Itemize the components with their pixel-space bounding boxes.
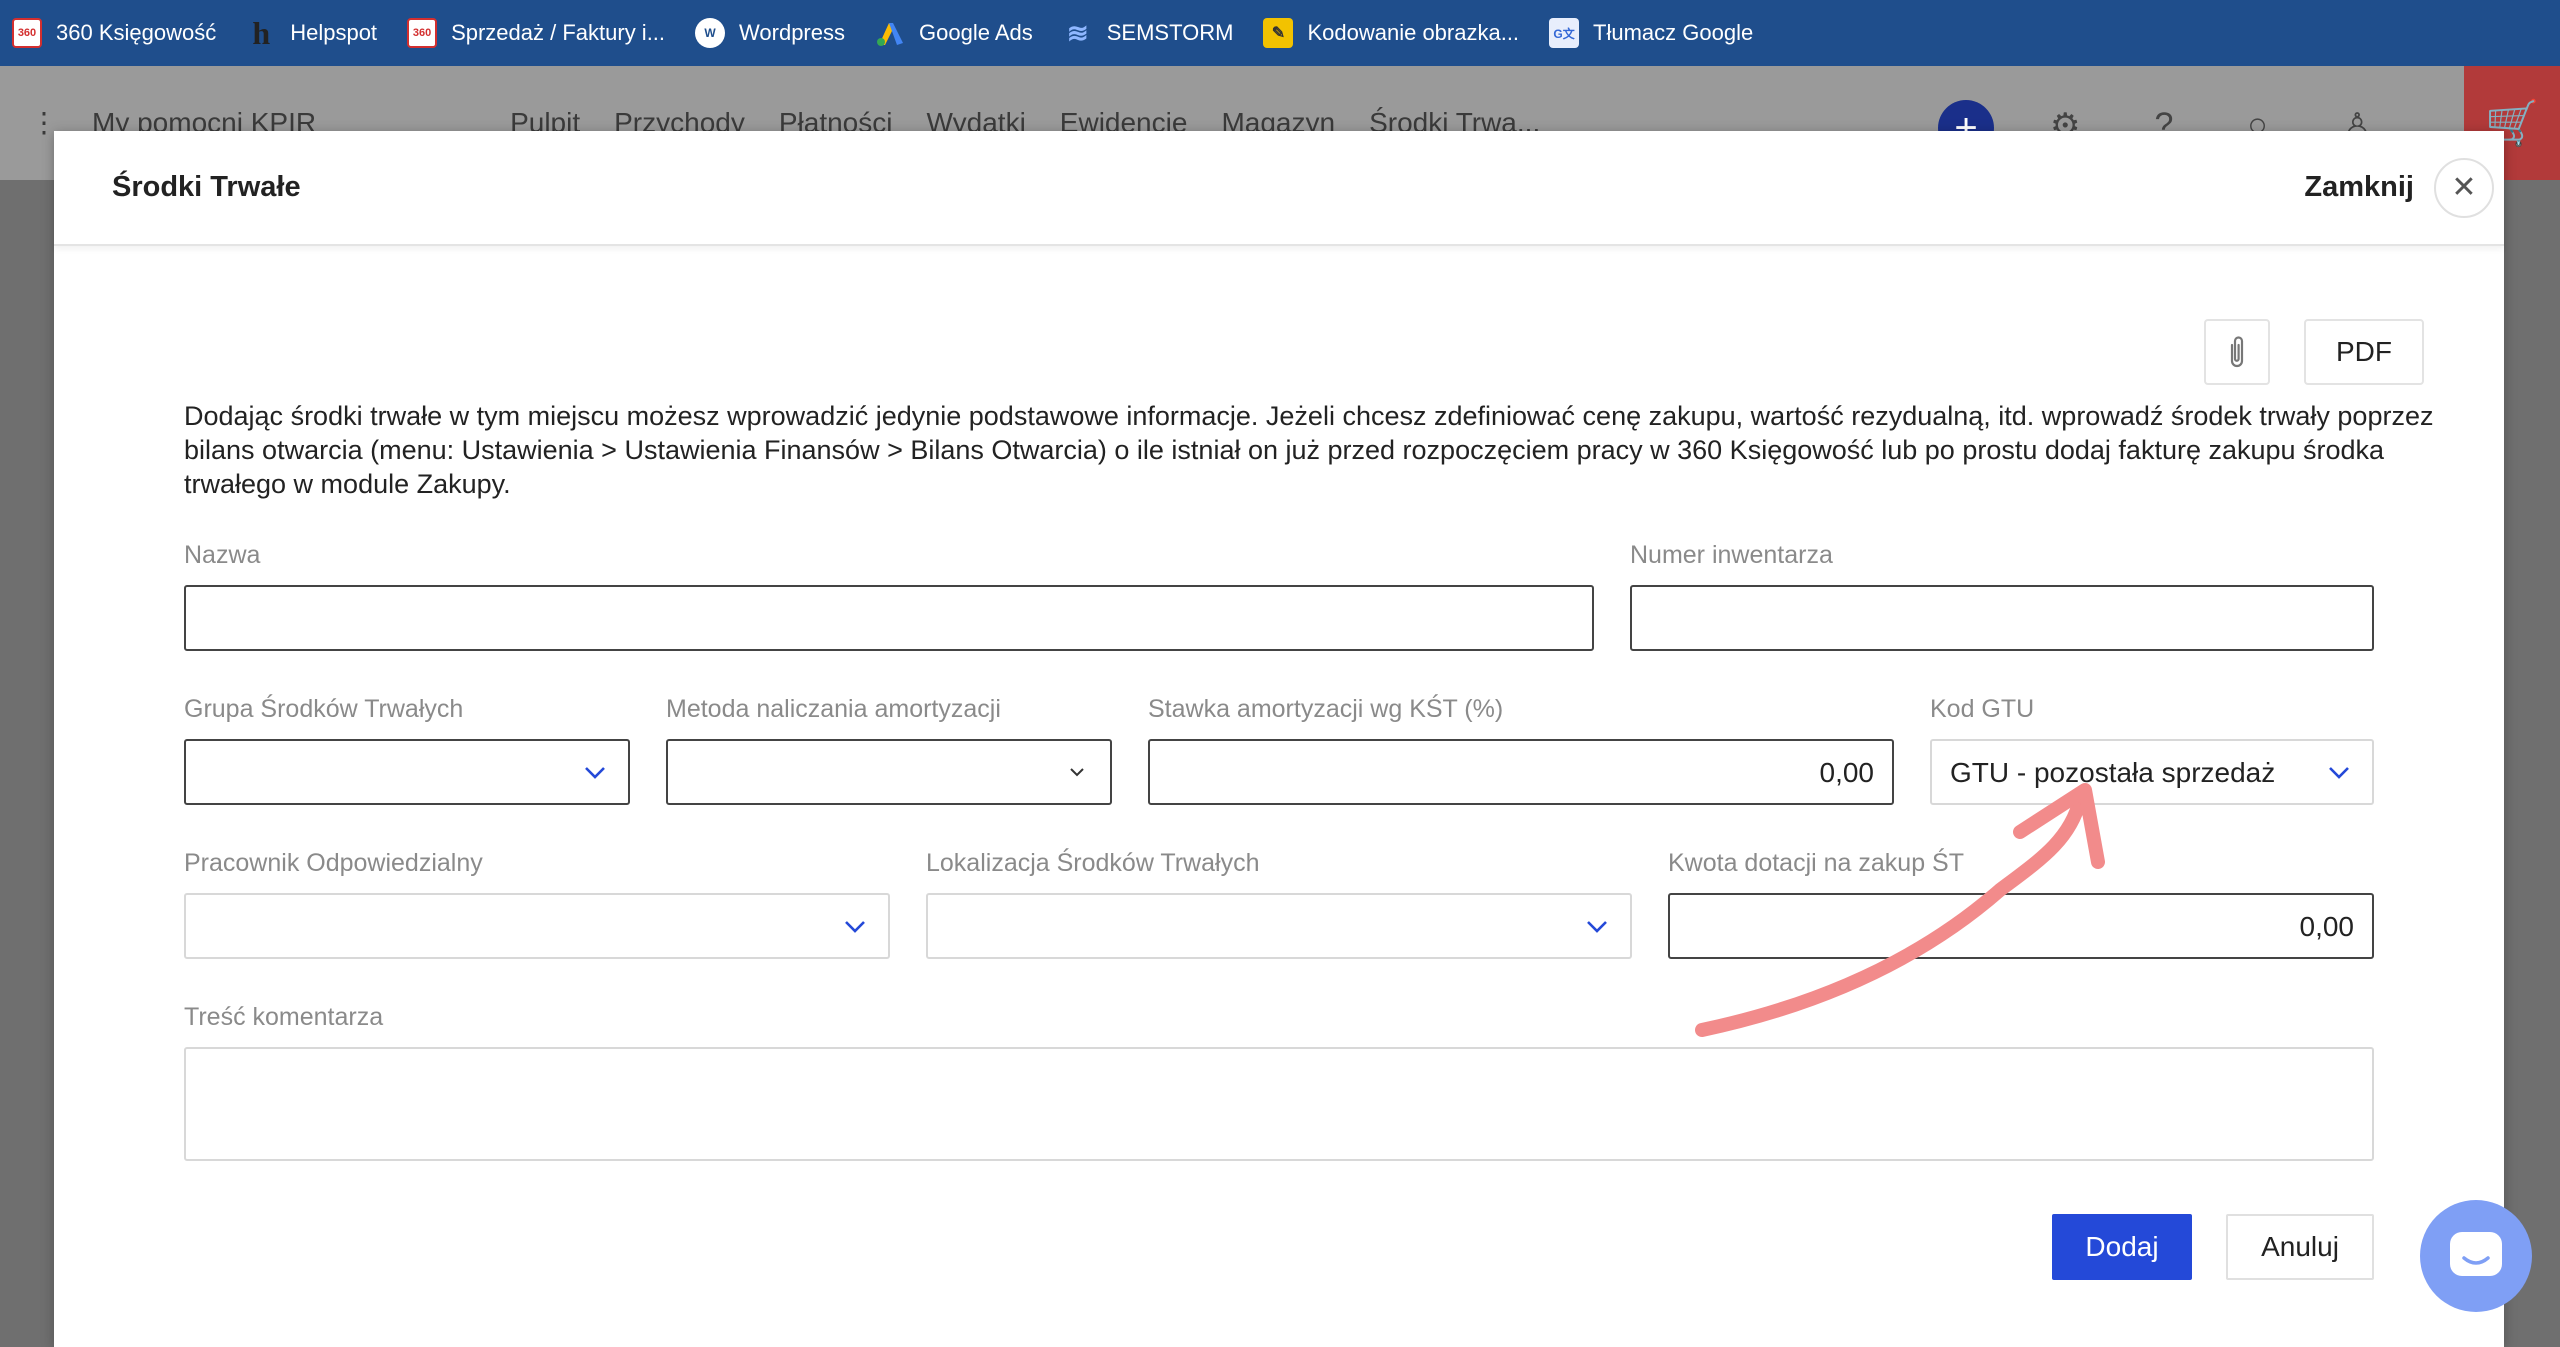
numer-inwentarza-label: Numer inwentarza [1630, 541, 1833, 569]
helpspot-icon: h [252, 14, 271, 51]
bookmark-kodowanie[interactable]: ✎ Kodowanie obrazka... [1263, 18, 1519, 48]
komentarz-label: Treść komentarza [184, 1003, 384, 1031]
kwota-dotacji-value: 0,00 [2299, 911, 2355, 942]
bookmark-google-ads[interactable]: Google Ads [875, 18, 1033, 48]
bookmark-360-ksiegowosc[interactable]: 360 360 Księgowość [12, 18, 216, 48]
bookmark-label: Kodowanie obrazka... [1307, 20, 1520, 45]
bookmark-icon: ✎ [1263, 18, 1294, 48]
bookmark-sprzedaz[interactable]: 360 Sprzedaż / Faktury i... [407, 18, 665, 48]
modal-header: Środki Trwałe Zamknij ✕ [54, 131, 2504, 246]
bookmark-label: Tłumacz Google [1593, 20, 1754, 45]
lokalizacja-label: Lokalizacja Środków Trwałych [926, 849, 1260, 877]
bookmark-label: Google Ads [919, 20, 1033, 45]
add-button[interactable]: Dodaj [2052, 1214, 2192, 1280]
grupa-select[interactable] [184, 739, 630, 805]
kod-gtu-label: Kod GTU [1930, 695, 2035, 723]
numer-inwentarza-input[interactable] [1630, 585, 2374, 651]
google-translate-icon: G文 [1549, 18, 1580, 48]
stawka-value: 0,00 [1819, 757, 1875, 788]
bookmark-helpspot[interactable]: h Helpspot [246, 14, 378, 51]
metoda-select[interactable] [666, 739, 1112, 805]
360-logo-icon: 360 [407, 18, 438, 48]
fixed-assets-modal: Środki Trwałe Zamknij ✕ PDF Dodając środ… [54, 131, 2504, 1347]
kod-gtu-select[interactable]: GTU - pozostała sprzedaż [1930, 739, 2374, 805]
semstorm-icon: ≋ [1066, 17, 1089, 48]
chat-widget-button[interactable] [2420, 1200, 2532, 1312]
stawka-label: Stawka amortyzacji wg KŚT (%) [1148, 695, 1504, 723]
bookmark-wordpress[interactable]: W Wordpress [695, 18, 845, 48]
nazwa-label: Nazwa [184, 541, 261, 569]
pdf-button[interactable]: PDF [2304, 319, 2424, 385]
bookmark-label: SEMSTORM [1106, 20, 1234, 45]
modal-toolbar: PDF [2204, 319, 2424, 385]
close-icon: ✕ [2451, 171, 2477, 204]
close-control: Zamknij ✕ [2304, 157, 2494, 218]
close-button[interactable]: ✕ [2434, 157, 2494, 218]
360-logo-icon: 360 [12, 18, 42, 48]
info-description: Dodając środki trwałe w tym miejscu może… [184, 401, 2434, 499]
attach-button[interactable] [2204, 319, 2270, 385]
chat-icon [2450, 1232, 2502, 1276]
pracownik-select[interactable] [184, 893, 890, 959]
grupa-label: Grupa Środków Trwałych [184, 695, 464, 723]
bookmark-label: Sprzedaż / Faktury i... [451, 20, 666, 45]
cancel-button[interactable]: Anuluj [2226, 1214, 2374, 1280]
modal-title: Środki Trwałe [112, 171, 301, 203]
pracownik-label: Pracownik Odpowiedzialny [184, 849, 483, 877]
stawka-input[interactable]: 0,00 [1148, 739, 1894, 805]
google-ads-icon [875, 18, 905, 48]
wordpress-icon: W [695, 18, 726, 48]
chevron-down-icon [2329, 767, 2349, 779]
bookmark-semstorm[interactable]: ≋ SEMSTORM [1063, 18, 1234, 48]
chevron-down-icon [1587, 921, 1607, 933]
komentarz-textarea[interactable] [184, 1047, 2374, 1161]
lokalizacja-select[interactable] [926, 893, 1632, 959]
chevron-down-icon [845, 921, 865, 933]
kod-gtu-value: GTU - pozostała sprzedaż [1950, 757, 2276, 788]
metoda-label: Metoda naliczania amortyzacji [666, 695, 1001, 723]
bookmarks-bar: 360 360 Księgowość h Helpspot 360 Sprzed… [0, 0, 2560, 66]
bookmark-label: Helpspot [290, 20, 378, 45]
chevron-down-icon [1070, 768, 1084, 777]
paperclip-icon [2230, 336, 2244, 368]
bookmark-label: 360 Księgowość [56, 20, 217, 45]
nazwa-input[interactable] [184, 585, 1594, 651]
bookmark-tlumacz[interactable]: G文 Tłumacz Google [1549, 18, 1753, 48]
bookmark-label: Wordpress [739, 20, 845, 45]
kwota-dotacji-input[interactable]: 0,00 [1668, 893, 2374, 959]
chevron-down-icon [585, 767, 605, 779]
close-label[interactable]: Zamknij [2304, 171, 2414, 204]
kwota-dotacji-label: Kwota dotacji na zakup ŚT [1668, 849, 1964, 877]
